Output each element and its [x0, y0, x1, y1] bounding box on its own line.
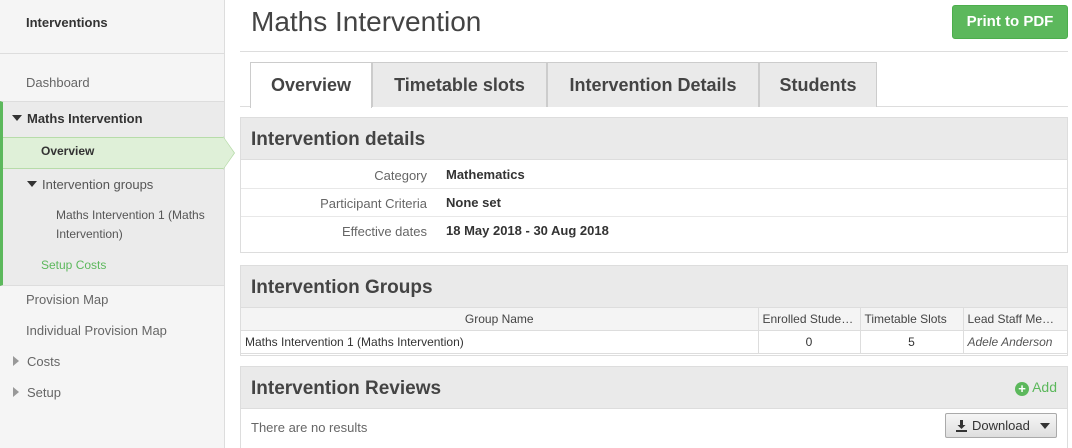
print-to-pdf-button[interactable]: Print to PDF	[952, 5, 1068, 39]
active-pointer	[223, 137, 234, 169]
sidebar-item-setup-costs[interactable]: Setup Costs	[41, 258, 106, 272]
detail-row-effective-dates: Effective dates 18 May 2018 - 30 Aug 201…	[241, 217, 1067, 245]
sidebar-item-intervention-groups[interactable]: Intervention groups	[27, 177, 153, 192]
cell-group-name[interactable]: Maths Intervention 1 (Maths Intervention…	[241, 329, 759, 354]
sidebar-item-provision-map[interactable]: Provision Map	[26, 292, 108, 307]
download-icon	[956, 420, 967, 432]
add-label: Add	[1032, 379, 1057, 395]
column-header-group-name[interactable]: Group Name	[241, 308, 759, 331]
triangle-down-icon	[12, 115, 22, 121]
header-divider	[240, 51, 1068, 52]
cell-enrolled: 0	[757, 329, 861, 354]
table-row[interactable]: Maths Intervention 1 (Maths Intervention…	[241, 329, 1067, 354]
cell-lead-staff: Adele Anderson	[962, 329, 1067, 354]
groups-table: Group Name Enrolled Students Timetable S…	[241, 308, 1067, 354]
download-label: Download	[972, 418, 1030, 433]
triangle-right-icon	[13, 387, 19, 397]
sidebar-item-overview[interactable]: Overview	[41, 144, 94, 158]
detail-value: 18 May 2018 - 30 Aug 2018	[446, 223, 609, 238]
sidebar-item-label: Intervention groups	[42, 177, 154, 192]
tab-timetable-slots[interactable]: Timetable slots	[372, 62, 547, 107]
triangle-down-icon	[27, 181, 37, 187]
empty-state-text: There are no results	[251, 420, 368, 435]
triangle-right-icon	[13, 356, 19, 366]
tab-overview[interactable]: Overview	[250, 62, 372, 108]
detail-value: None set	[446, 195, 501, 210]
sidebar-item-group-1[interactable]: Maths Intervention 1 (Maths	[56, 208, 205, 222]
sidebar-active-highlight	[3, 137, 224, 169]
download-button[interactable]: Download	[945, 413, 1057, 438]
page-title: Maths Intervention	[251, 6, 482, 37]
sidebar-item-individual-provision-map[interactable]: Individual Provision Map	[26, 323, 167, 338]
sidebar-item-maths-intervention[interactable]: Maths Intervention	[12, 111, 143, 126]
intervention-groups-panel: Intervention Groups Group Name Enrolled …	[240, 265, 1068, 356]
panel-heading: Intervention details	[241, 118, 1067, 160]
column-header-timetable-slots[interactable]: Timetable Slots	[859, 308, 964, 331]
tab-students[interactable]: Students	[759, 62, 877, 107]
cell-timetable-slots: 5	[859, 329, 964, 354]
sidebar-item-dashboard[interactable]: Dashboard	[26, 75, 90, 90]
detail-row-participant-criteria: Participant Criteria None set	[241, 189, 1067, 217]
detail-label: Participant Criteria	[320, 196, 427, 211]
detail-label: Category	[374, 168, 427, 183]
table-header-row: Group Name Enrolled Students Timetable S…	[241, 308, 1067, 331]
plus-circle-icon: +	[1015, 382, 1030, 396]
sidebar-item-label: Maths Intervention	[27, 111, 143, 126]
sidebar-current-group	[0, 101, 224, 286]
add-review-link[interactable]: + Add	[1015, 379, 1057, 396]
panel-heading: Intervention Groups	[241, 266, 1067, 308]
intervention-details-panel: Intervention details Category Mathematic…	[240, 117, 1068, 253]
sidebar-divider	[0, 53, 224, 54]
sidebar: Interventions Dashboard Maths Interventi…	[0, 0, 225, 448]
tab-intervention-details[interactable]: Intervention Details	[547, 62, 759, 107]
sidebar-title: Interventions	[26, 15, 108, 30]
column-header-lead-staff[interactable]: Lead Staff Member	[962, 308, 1067, 331]
sidebar-item-label: Setup	[27, 385, 61, 400]
detail-label: Effective dates	[341, 224, 427, 239]
panel-heading: Intervention Reviews	[241, 367, 1067, 409]
sidebar-item-group-1-cont[interactable]: Intervention)	[56, 227, 123, 241]
column-header-enrolled[interactable]: Enrolled Students	[757, 308, 861, 331]
sidebar-item-label: Costs	[27, 354, 61, 369]
sidebar-item-setup[interactable]: Setup	[13, 385, 61, 400]
sidebar-item-costs[interactable]: Costs	[13, 354, 60, 369]
detail-value: Mathematics	[446, 167, 525, 182]
caret-down-icon	[1039, 423, 1050, 429]
intervention-reviews-panel: Intervention Reviews + Add There are no r…	[240, 366, 1068, 448]
detail-row-category: Category Mathematics	[241, 161, 1067, 189]
